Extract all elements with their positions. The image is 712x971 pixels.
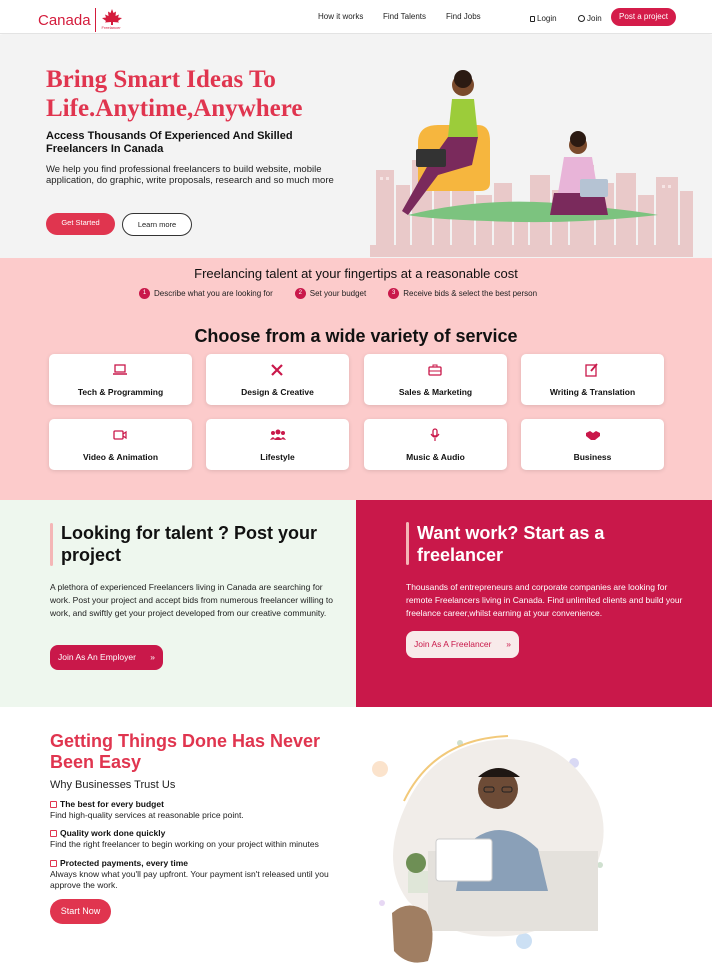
feature-item: Protected payments, every time Always kno… (50, 858, 350, 891)
service-label: Music & Audio (406, 452, 465, 462)
post-project-button[interactable]: Post a project (611, 8, 676, 26)
brand-logo[interactable]: Canada Freelancer (38, 8, 127, 32)
chevron-right-icon: » (150, 652, 155, 662)
steps-title: Freelancing talent at your fingertips at… (194, 266, 518, 281)
step-label: Set your budget (309, 289, 367, 298)
step-item: 2 Set your budget (294, 288, 367, 299)
service-label: Business (573, 452, 612, 462)
steps-list: 1 Describe what you are looking for 2 Set … (139, 288, 559, 299)
service-label: Writing & Translation (549, 387, 636, 397)
employer-title: Looking for talent ? Post your project (61, 523, 317, 565)
services-section: Freelancing talent at your fingertips at… (0, 258, 712, 500)
hero-subtitle: Access Thousands Of Experienced And Skil… (46, 130, 293, 155)
nav-how-it-works[interactable]: How it works (318, 12, 363, 21)
maple-leaf-icon: Freelancer (94, 8, 127, 32)
brand-subtitle: Freelancer (101, 25, 121, 30)
get-started-button[interactable]: Get Started (46, 213, 115, 235)
login-label: Login (537, 14, 557, 23)
service-card-video[interactable]: Video & Animation (49, 419, 192, 470)
learn-more-button[interactable]: Learn more (122, 213, 192, 236)
service-card-writing[interactable]: Writing & Translation (521, 354, 664, 405)
feature-text: Find the right freelancer to begin worki… (50, 839, 319, 849)
service-label: Tech & Programming (77, 387, 164, 397)
join-link[interactable]: Join (578, 14, 602, 23)
service-card-tech[interactable]: Tech & Programming (49, 354, 192, 405)
feature-text: Always know what you'll pay upfront. You… (50, 869, 329, 890)
service-card-business[interactable]: Business (521, 419, 664, 470)
hero-section: Bring Smart Ideas To Life.Anytime,Anywhe… (0, 35, 712, 258)
accent-bar (50, 523, 53, 566)
service-card-sales[interactable]: Sales & Marketing (364, 354, 507, 405)
feature-title: The best for every budget (60, 799, 164, 809)
thumbs-up-icon (50, 830, 57, 837)
freelancer-panel: Want work? Start as a freelancer Thousan… (356, 500, 712, 707)
feature-item: The best for every budget Find high-quali… (50, 799, 350, 821)
step-label: Describe what you are looking for (154, 289, 273, 298)
top-navbar: Canada Freelancer How it works Find Tale… (0, 0, 712, 34)
service-card-design[interactable]: Design & Creative (206, 354, 349, 405)
service-label: Design & Creative (241, 387, 314, 397)
feature-item: Quality work done quickly Find the right … (50, 828, 350, 850)
chevron-right-icon: » (506, 639, 511, 649)
microphone-icon (430, 428, 440, 441)
brand-name: Canada (38, 11, 91, 29)
edit-icon (585, 363, 598, 377)
join-label: Join (587, 14, 602, 23)
accent-bar (406, 522, 409, 565)
design-tools-icon (271, 364, 283, 376)
hero-title: Bring Smart Ideas To Life.Anytime,Anywhe… (46, 66, 303, 122)
freelancer-description: Thousands of entrepreneurs and corporate… (406, 582, 683, 618)
trust-section: Getting Things Done Has Never Been Easy … (0, 707, 712, 971)
login-link[interactable]: Login (530, 14, 557, 23)
step-number: 3 (388, 288, 400, 299)
freelancer-photo (372, 735, 604, 963)
feature-title: Protected payments, every time (60, 858, 189, 868)
button-label: Join As An Employer (58, 652, 136, 662)
hero-description: We help you find professional freelancer… (46, 164, 334, 186)
service-card-lifestyle[interactable]: Lifestyle (206, 419, 349, 470)
service-card-music[interactable]: Music & Audio (364, 419, 507, 470)
nav-find-jobs[interactable]: Find Jobs (446, 12, 481, 21)
user-circle-icon (578, 15, 585, 22)
video-icon (113, 430, 127, 440)
briefcase-icon (428, 364, 442, 376)
nav-find-talents[interactable]: Find Talents (383, 12, 426, 21)
step-item: 1 Describe what you are looking for (139, 288, 273, 299)
step-number: 2 (294, 288, 306, 299)
button-label: Join As A Freelancer (414, 639, 492, 649)
employer-description: A plethora of experienced Freelancers li… (50, 582, 333, 618)
thumbs-up-icon (50, 801, 57, 808)
people-icon (270, 429, 286, 440)
trust-title: Getting Things Done Has Never Been Easy (50, 731, 321, 772)
feature-title: Quality work done quickly (60, 828, 166, 838)
thumbs-up-icon (50, 860, 57, 867)
service-label: Lifestyle (260, 452, 295, 462)
trust-subtitle: Why Businesses Trust Us (50, 779, 176, 791)
join-as-employer-button[interactable]: Join As An Employer » (50, 645, 163, 670)
services-title: Choose from a wide variety of service (194, 326, 518, 346)
handshake-icon (586, 431, 600, 440)
hero-illustration (370, 70, 693, 257)
laptop-icon (113, 364, 127, 375)
join-as-freelancer-button[interactable]: Join As A Freelancer » (406, 631, 519, 658)
step-item: 3 Receive bids & select the best person (388, 288, 537, 299)
employer-panel: Looking for talent ? Post your project A… (0, 500, 356, 707)
step-label: Receive bids & select the best person (403, 289, 538, 298)
start-now-button[interactable]: Start Now (50, 899, 111, 924)
lock-icon (530, 16, 535, 22)
service-label: Video & Animation (82, 452, 159, 462)
freelancer-title: Want work? Start as a freelancer (417, 523, 605, 565)
service-label: Sales & Marketing (398, 387, 473, 397)
feature-text: Find high-quality services at reasonable… (50, 810, 244, 820)
step-number: 1 (139, 288, 150, 299)
